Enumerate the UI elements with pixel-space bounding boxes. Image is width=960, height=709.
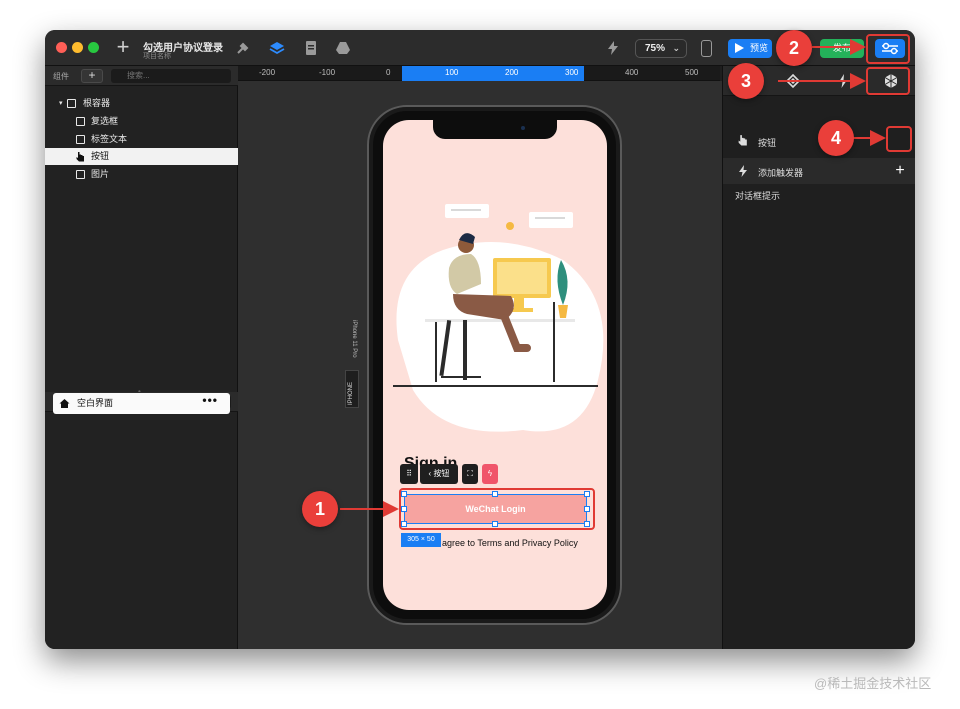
- ruler-tick: -200: [259, 68, 276, 77]
- annotation-callout-1: 1: [302, 491, 338, 527]
- minimize-window-button[interactable]: [72, 42, 83, 53]
- watermark-text: @稀土掘金技术社区: [814, 676, 932, 691]
- preview-label: 预览: [750, 43, 769, 53]
- left-panel: 组件 + ▾ 根容器 复选框 标签文本 按钮 图片 •: [45, 66, 238, 649]
- highlight-box-add-trigger: [886, 126, 912, 152]
- lightning-icon[interactable]: ϟ: [482, 464, 498, 484]
- ruler-tick: 0: [386, 68, 391, 77]
- selection-size-badge: 305 × 50: [401, 533, 441, 547]
- page-item-blank[interactable]: 空白界面 •••: [53, 393, 230, 414]
- components-header: 组件 +: [45, 66, 238, 86]
- preview-button[interactable]: 预览: [728, 39, 772, 58]
- ruler-tick: 100: [445, 68, 459, 77]
- device-type-tag: IPHONE: [345, 370, 359, 408]
- caret-down-icon: ▾: [59, 100, 63, 107]
- drive-icon[interactable]: [335, 40, 351, 56]
- tree-item-label: 根容器: [83, 98, 111, 108]
- layers-icon[interactable]: [269, 40, 285, 56]
- highlight-box-panel-toggle: [866, 34, 910, 64]
- tree-item-root[interactable]: ▾ 根容器: [45, 95, 238, 112]
- tree-item-label: 按钮: [91, 151, 110, 161]
- device-type-label: IPHONE: [348, 381, 354, 405]
- chevron-down-icon: ⌄: [672, 43, 680, 53]
- ruler-selection-highlight: [402, 66, 584, 81]
- ruler-tick: 300: [565, 68, 579, 77]
- drag-handle-icon[interactable]: ⠿: [400, 464, 418, 484]
- new-project-button[interactable]: +: [113, 36, 133, 58]
- add-component-button[interactable]: +: [81, 69, 103, 83]
- close-window-button[interactable]: [56, 42, 67, 53]
- selected-component-label: 按钮: [758, 138, 777, 148]
- tree-item-label-text[interactable]: 标签文本: [45, 131, 238, 148]
- zoom-dropdown[interactable]: 75% ⌄: [635, 39, 687, 58]
- tree-item-image[interactable]: 图片: [45, 166, 238, 183]
- components-search-input[interactable]: [111, 69, 231, 83]
- highlight-box-components-tab: [866, 67, 910, 95]
- illustration-person-at-desk: [393, 204, 604, 432]
- hammer-icon[interactable]: [235, 40, 251, 56]
- components-header-label: 组件: [53, 72, 69, 81]
- checkbox-icon: [76, 117, 85, 126]
- lightning-icon: [839, 74, 847, 88]
- document-icon[interactable]: [303, 40, 319, 56]
- diamond-arrows-icon: [785, 73, 801, 89]
- home-icon: [59, 399, 70, 408]
- maximize-window-button[interactable]: [88, 42, 99, 53]
- add-trigger-button[interactable]: +: [892, 163, 908, 179]
- ruler-tick: 500: [685, 68, 699, 77]
- zoom-value: 75%: [645, 43, 666, 54]
- agree-terms-text: agree to Terms and Privacy Policy: [442, 538, 578, 548]
- dialog-hint-row[interactable]: 对话框提示: [723, 184, 915, 204]
- project-name: 项目名称: [143, 53, 171, 60]
- select-parent-button[interactable]: ‹ 按钮: [420, 464, 458, 484]
- right-panel: 按钮 添加触发器 + 对话框提示: [722, 66, 915, 649]
- annotation-callout-3: 3: [728, 63, 764, 99]
- horizontal-ruler: -200 -100 0 100 200 300 400 500: [238, 66, 720, 81]
- lightning-icon: [739, 165, 747, 177]
- add-trigger-row: 添加触发器 +: [723, 158, 915, 184]
- tab-style[interactable]: [783, 71, 803, 91]
- publish-button[interactable]: 发布: [820, 39, 864, 58]
- annotation-callout-4: 4: [818, 120, 854, 156]
- highlight-box-wechat-button: [399, 488, 595, 530]
- more-options-icon[interactable]: •••: [202, 390, 218, 411]
- image-icon: [76, 170, 85, 179]
- tree-item-checkbox[interactable]: 复选框: [45, 113, 238, 130]
- container-icon: [67, 99, 76, 108]
- device-model-label: iPhone 11 Pro: [351, 320, 357, 358]
- text-icon: [76, 135, 85, 144]
- tree-item-label: 标签文本: [91, 134, 128, 144]
- tree-item-label: 图片: [91, 169, 110, 179]
- pointer-hand-icon: [76, 152, 84, 162]
- fit-frame-icon[interactable]: ⛶: [462, 464, 478, 484]
- ruler-tick: -100: [319, 68, 336, 77]
- add-trigger-label: 添加触发器: [758, 168, 804, 178]
- camera-dot: [521, 126, 525, 130]
- ruler-tick: 200: [505, 68, 519, 77]
- tree-item-button[interactable]: 按钮: [45, 148, 238, 165]
- page-item-label: 空白界面: [77, 398, 114, 408]
- device-icon[interactable]: [701, 40, 712, 57]
- play-icon: [735, 43, 744, 53]
- toolbar-back-label: 按钮: [433, 469, 450, 478]
- tree-item-label: 复选框: [91, 116, 119, 126]
- phone-notch: [433, 120, 557, 139]
- lightning-icon[interactable]: [605, 40, 621, 56]
- dialog-hint-label: 对话框提示: [735, 191, 781, 201]
- ruler-tick: 400: [625, 68, 639, 77]
- annotation-callout-2: 2: [776, 30, 812, 66]
- tab-interactions[interactable]: [833, 71, 853, 91]
- pointer-hand-icon: [738, 135, 747, 146]
